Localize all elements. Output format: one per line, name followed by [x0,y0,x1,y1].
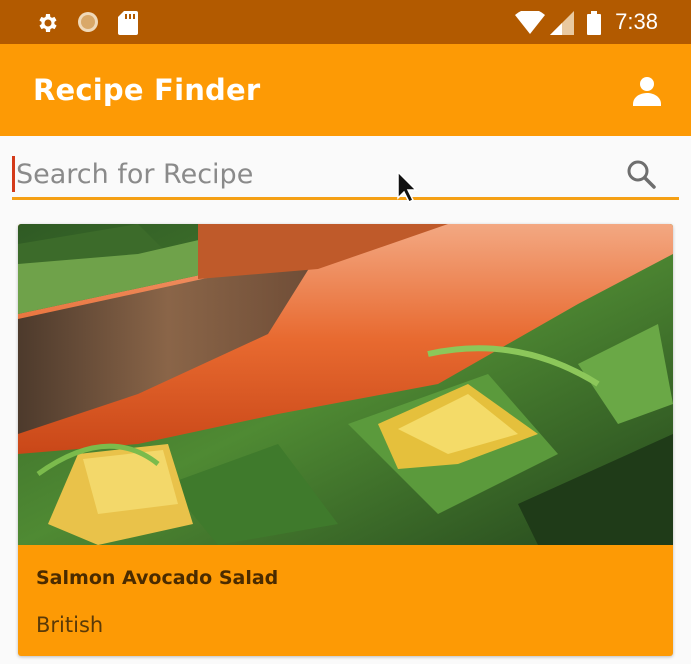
app-screen: 7:38 Recipe Finder Search for Recipe Sal… [0,0,691,664]
app-bar: Recipe Finder [0,44,691,136]
signal-icon [550,11,574,39]
circle-icon [77,11,99,37]
wifi-icon [515,9,545,39]
person-icon[interactable] [630,74,664,108]
search-input[interactable] [16,152,606,196]
mouse-pointer-icon [396,170,418,204]
settings-icon [36,11,60,39]
text-cursor [12,156,15,192]
search-icon[interactable] [625,158,657,190]
recipe-title: Salmon Avocado Salad [36,567,279,589]
search-bar [12,150,679,200]
recipe-cuisine: British [36,613,104,637]
battery-icon [586,11,602,39]
app-title: Recipe Finder [33,73,261,107]
sd-card-icon [118,11,138,39]
status-time: 7:38 [615,9,658,34]
recipe-card[interactable]: Salmon Avocado Salad British [18,224,673,656]
recipe-image [18,224,673,545]
status-bar: 7:38 [0,0,691,44]
